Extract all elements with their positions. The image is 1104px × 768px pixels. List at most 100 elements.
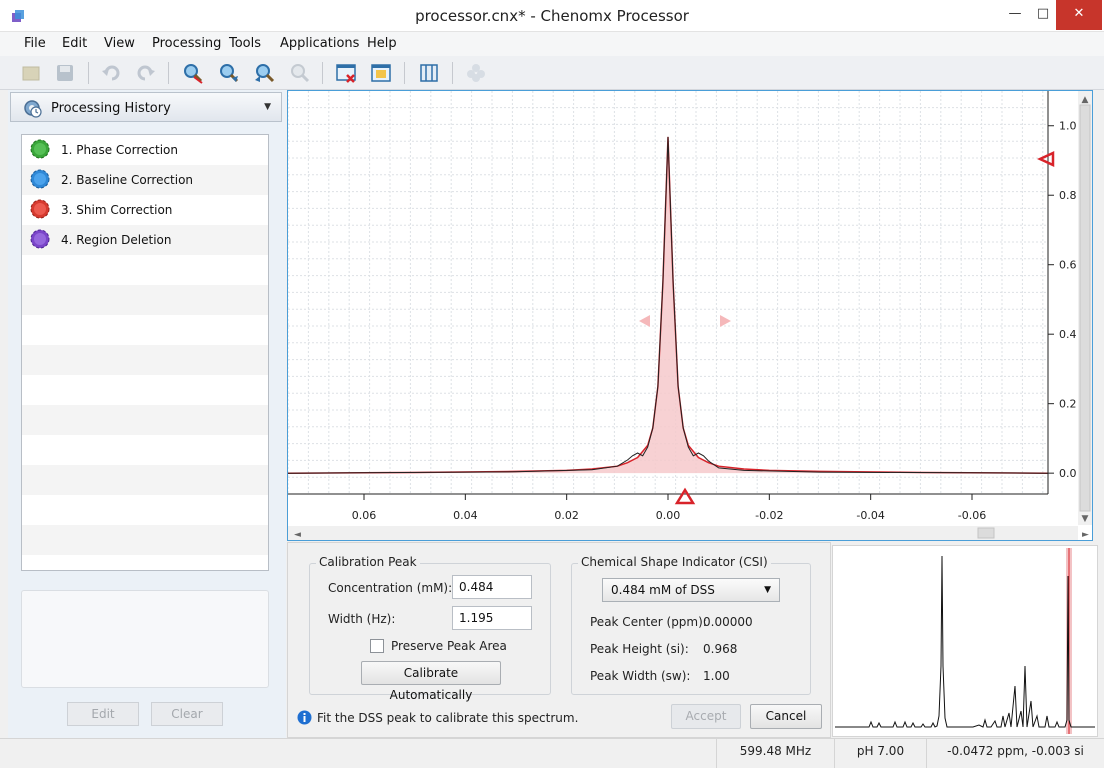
baseline-correction-icon [30,169,50,189]
csi-selected-value: 0.484 mM of DSS [611,583,715,597]
status-bar: 599.48 MHz pH 7.00 -0.0472 ppm, -0.003 s… [0,738,1104,768]
open-icon[interactable] [18,60,44,86]
processing-history-dropdown[interactable]: Processing History ▼ [10,92,282,122]
zoom-out-icon[interactable] [180,60,206,86]
peak-height-marker-icon[interactable] [1037,151,1055,167]
menu-tools[interactable]: Tools [229,36,261,51]
peak-center-marker-icon[interactable] [674,487,696,505]
csi-compound-select[interactable]: 0.484 mM of DSS ▼ [602,578,780,602]
calibration-peak-title: Calibration Peak [316,555,420,569]
empty-row [22,525,268,555]
zoom-in-icon[interactable] [216,60,242,86]
y-tick-label: 0.8 [1059,189,1077,202]
x-tick-label: -0.06 [958,509,986,522]
svg-text:►: ► [1082,530,1089,540]
overview-plot[interactable] [833,546,1097,736]
peak-height-label: Peak Height (si): [590,642,689,656]
redo-icon[interactable] [133,60,159,86]
preserve-peak-area-checkbox[interactable] [370,639,384,653]
empty-row [22,435,268,465]
minimize-button[interactable]: — [1000,0,1030,30]
y-tick-label: 0.2 [1059,398,1077,411]
width-right-handle-icon[interactable] [720,315,731,327]
y-tick-label: 0.4 [1059,328,1077,341]
processing-history-label: Processing History [51,101,171,116]
concentration-input[interactable]: 0.484 [452,575,532,599]
peak-height-value: 0.968 [703,642,738,656]
empty-row [22,255,268,285]
vertical-scroll-thumb[interactable] [1079,104,1091,512]
preserve-peak-area-label: Preserve Peak Area [391,639,507,653]
undo-icon[interactable] [98,60,124,86]
empty-row [22,375,268,405]
info-message: Fit the DSS peak to calibrate this spect… [317,711,579,725]
maximize-button[interactable]: □ [1028,0,1058,30]
horizontal-scrollbar[interactable] [288,526,1078,540]
history-item-label: 1. Phase Correction [61,143,178,157]
calibration-peak-group: Calibration Peak Concentration (mM): 0.4… [309,555,551,702]
history-gear-icon [24,100,42,118]
history-item-region[interactable]: 4. Region Deletion [22,225,268,255]
status-frequency: 599.48 MHz [716,739,834,768]
menu-edit[interactable]: Edit [62,36,87,51]
delete-region-icon[interactable] [333,60,359,86]
history-item-baseline[interactable]: 2. Baseline Correction [22,165,268,195]
cancel-button[interactable]: Cancel [750,704,822,729]
empty-row [22,465,268,495]
horizontal-scroll-thumb[interactable] [977,527,995,539]
shim-correction-icon [30,199,50,219]
zoom-fit-icon[interactable] [252,60,278,86]
history-list: 1. Phase Correction 2. Baseline Correcti… [21,134,269,571]
peak-width-value: 1.00 [703,669,730,683]
width-input[interactable]: 1.195 [452,606,532,630]
calibrate-automatically-button[interactable]: Calibrate Automatically [361,661,501,702]
edit-button[interactable]: Edit [67,702,139,726]
svg-text:▲: ▲ [1082,95,1089,105]
x-tick-label: 0.04 [453,509,478,522]
svg-text:▼: ▼ [1082,514,1089,524]
status-ph: pH 7.00 [834,739,926,768]
peak-center-label: Peak Center (ppm): [590,615,707,629]
width-left-handle-icon[interactable] [639,315,650,327]
window-title: processor.cnx* - Chenomx Processor [415,7,689,25]
menu-applications[interactable]: Applications [280,36,359,51]
empty-row [22,555,268,570]
history-item-phase[interactable]: 1. Phase Correction [22,135,268,165]
x-tick-label: 0.06 [352,509,377,522]
region-deletion-icon [30,229,50,249]
history-item-label: 4. Region Deletion [61,233,172,247]
spectrum-plot[interactable]: 0.06 0.04 0.02 0.00 -0.02 -0.04 -0.06 1.0 0.8 0.… [288,91,1094,542]
fitted-peak-area [288,136,1048,474]
history-item-shim[interactable]: 3. Shim Correction [22,195,268,225]
y-tick-label: 1.0 [1059,120,1077,133]
window-icon[interactable] [368,60,394,86]
flower-icon[interactable] [463,60,489,86]
menu-bar: File Edit View Processing Tools Applicat… [0,32,1104,56]
clear-button[interactable]: Clear [151,702,223,726]
menu-file[interactable]: File [24,36,46,51]
close-button[interactable]: ✕ [1056,0,1102,30]
svg-text:◄: ◄ [294,530,301,540]
accept-button[interactable]: Accept [671,704,741,729]
save-icon[interactable] [52,60,78,86]
title-bar: processor.cnx* - Chenomx Processor — □ ✕ [0,0,1104,32]
spectrum-view[interactable]: 0.06 0.04 0.02 0.00 -0.02 -0.04 -0.06 1.0 0.8 0.… [287,90,1093,541]
y-tick-label: 0.6 [1059,259,1077,272]
csi-group: Chemical Shape Indicator (CSI) 0.484 mM … [571,555,811,695]
menu-view[interactable]: View [104,36,135,51]
history-item-label: 3. Shim Correction [61,203,173,217]
peak-width-label: Peak Width (sw): [590,669,691,683]
overview-spectrum-line [835,555,1095,728]
columns-icon[interactable] [416,60,442,86]
chevron-down-icon: ▼ [764,585,771,595]
concentration-label: Concentration (mM): [328,581,453,595]
chevron-down-icon: ▼ [264,102,271,112]
width-label: Width (Hz): [328,612,396,626]
x-tick-label: -0.02 [755,509,783,522]
zoom-disabled-icon[interactable] [287,60,313,86]
spectrum-overview[interactable] [832,545,1098,737]
menu-help[interactable]: Help [367,36,397,51]
empty-row [22,315,268,345]
menu-processing[interactable]: Processing [152,36,221,51]
phase-correction-icon [30,139,50,159]
